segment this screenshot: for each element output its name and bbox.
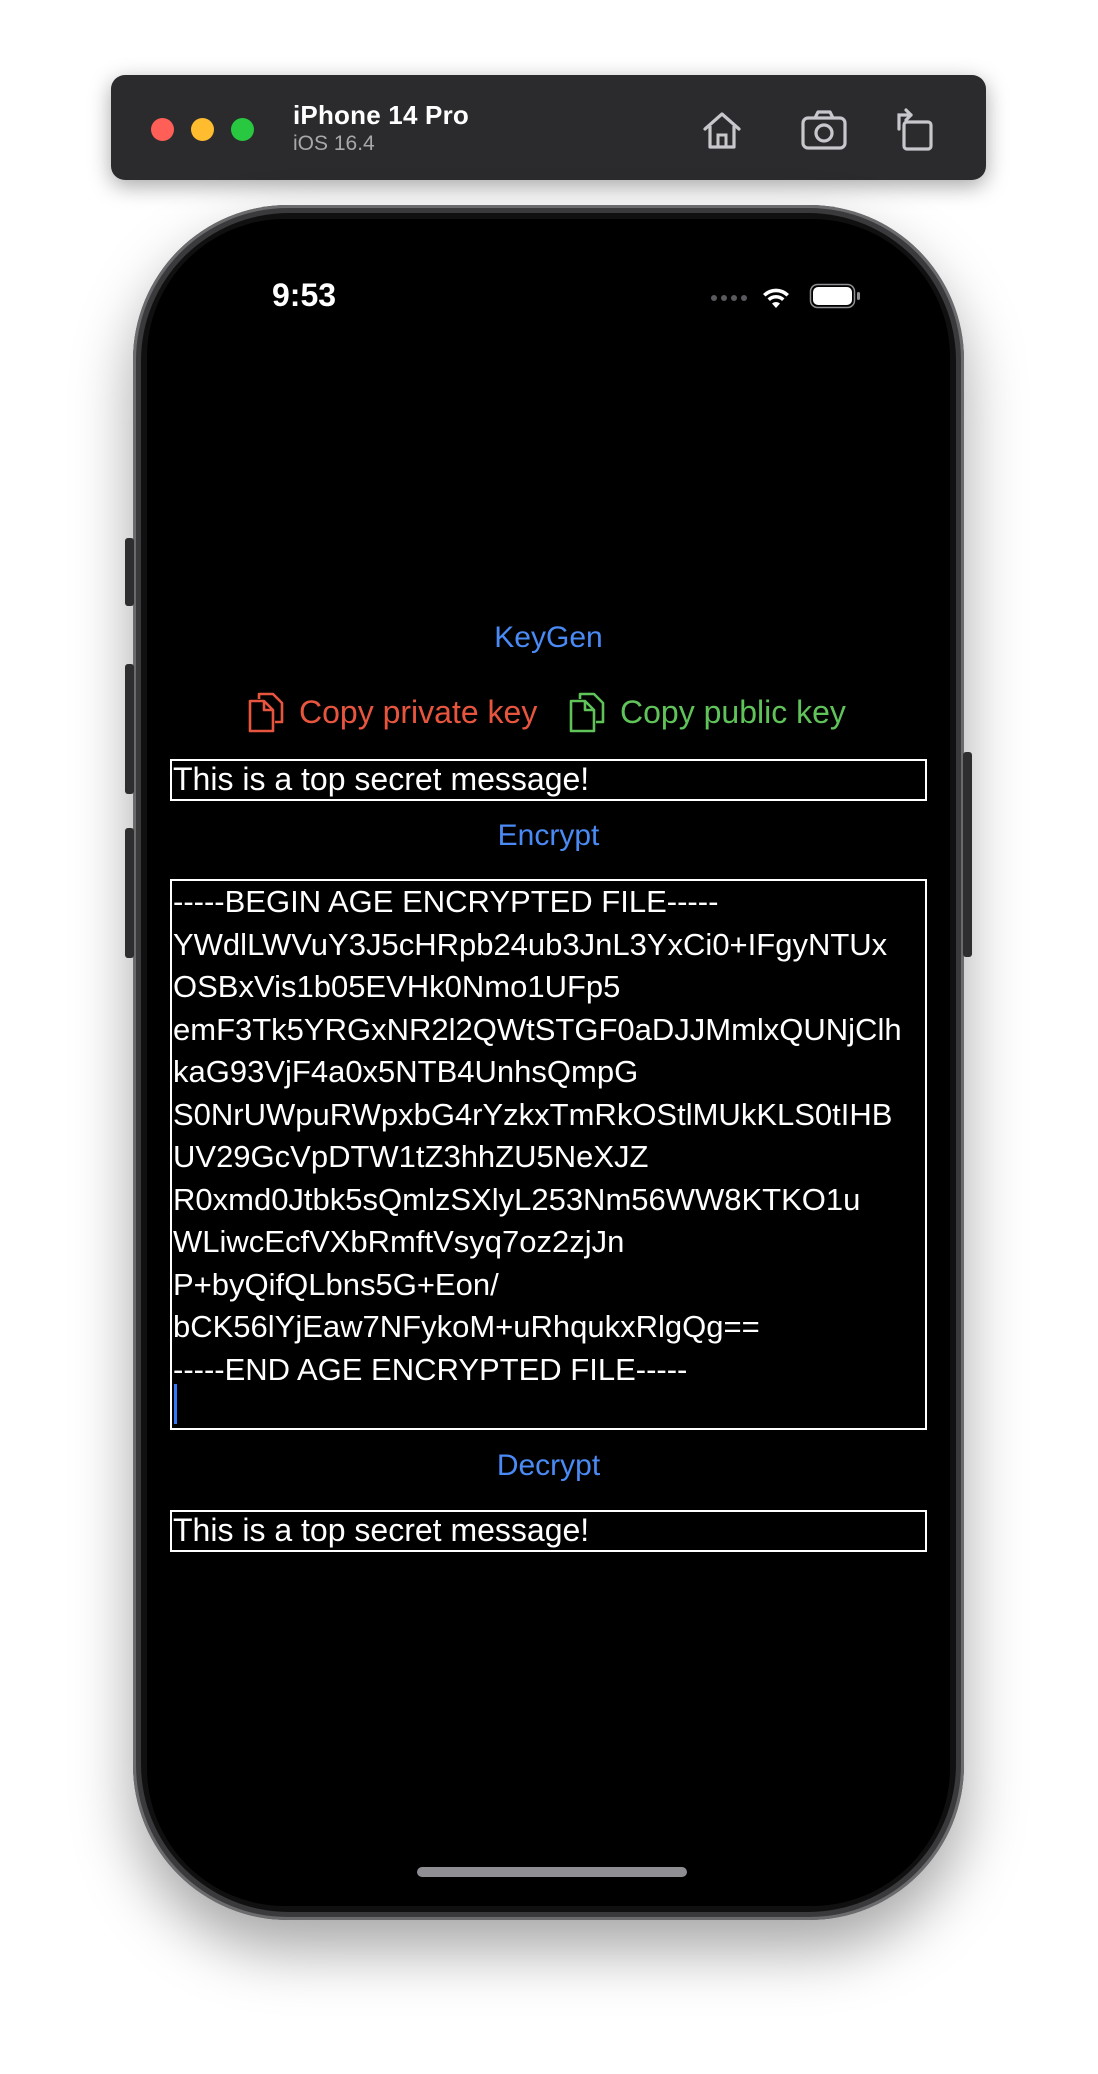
signal-dots-icon — [711, 295, 747, 301]
home-icon[interactable] — [697, 105, 747, 155]
text-caret — [174, 1384, 177, 1424]
copy-document-icon — [569, 692, 605, 733]
volume-up-button — [125, 664, 134, 794]
copy-private-key-label: Copy private key — [299, 693, 538, 730]
ciphertext-line: YWdlLWVuY3J5cHRpb24ub3JnL3YxCi0+IFgyNTUx — [173, 926, 888, 962]
home-indicator — [417, 1867, 687, 1877]
screenshot-icon[interactable] — [799, 105, 849, 155]
ciphertext-line: emF3Tk5YRGxNR2l2QWtSTGF0aDJJMmlxQUNjClh — [173, 1011, 902, 1047]
ciphertext-editor[interactable]: -----BEGIN AGE ENCRYPTED FILE----- YWdlL… — [170, 879, 927, 1430]
keygen-button[interactable]: KeyGen — [147, 621, 950, 655]
device-name: iPhone 14 Pro — [293, 100, 469, 130]
rotate-icon[interactable] — [891, 105, 941, 155]
ciphertext-line: -----END AGE ENCRYPTED FILE----- — [173, 1351, 688, 1387]
volume-down-button — [125, 828, 134, 958]
decrypt-button[interactable]: Decrypt — [147, 1449, 950, 1483]
ciphertext-line: WLiwcEcfVXbRmftVsyq7oz2zjJn — [173, 1224, 625, 1259]
decrypted-output[interactable]: This is a top secret message! — [170, 1510, 927, 1552]
status-time: 9:53 — [272, 277, 337, 313]
simulator-stage: iPhone 14 Pro iOS 16.4 9:53 KeyGen Copy … — [0, 0, 1098, 2074]
power-button — [963, 752, 972, 957]
ciphertext-line: S0NrUWpuRWpxbG4rYzkxTmRkOStlMUkKLS0tIHB — [173, 1096, 893, 1132]
mute-switch — [125, 538, 134, 606]
copy-key-row: Copy private key Copy public key — [147, 689, 950, 735]
ciphertext-line: R0xmd0Jtbk5sQmlzSXlyL253Nm56WW8KTKO1u — [173, 1181, 861, 1217]
copy-private-key-button[interactable]: Copy private key — [247, 689, 537, 735]
wifi-icon — [763, 288, 789, 308]
ciphertext-line: UV29GcVpDTW1tZ3hhZU5NeXJZ — [173, 1139, 649, 1174]
copy-document-icon — [248, 692, 284, 733]
dynamic-island — [425, 259, 672, 333]
copy-public-key-button[interactable]: Copy public key — [568, 689, 846, 735]
simulator-toolbar: iPhone 14 Pro iOS 16.4 — [111, 75, 986, 180]
ciphertext-line: kaG93VjF4a0x5NTB4UnhsQmpG — [173, 1054, 639, 1089]
os-version: iOS 16.4 — [293, 132, 375, 155]
status-icons — [711, 283, 860, 309]
plaintext-input[interactable]: This is a top secret message! — [170, 759, 927, 801]
close-window-button[interactable] — [151, 118, 174, 141]
copy-public-key-label: Copy public key — [620, 693, 846, 730]
ciphertext-line: bCK56lYjEaw7NFykoM+uRhqukxRlgQg== — [173, 1309, 760, 1344]
encrypt-button[interactable]: Encrypt — [147, 819, 950, 853]
app-screen: 9:53 KeyGen Copy private key Copy public… — [147, 219, 950, 1906]
ciphertext-line: -----BEGIN AGE ENCRYPTED FILE----- — [173, 884, 719, 919]
ciphertext-line: OSBxVis1b05EVHk0Nmo1UFp5 — [173, 969, 621, 1004]
minimize-window-button[interactable] — [191, 118, 214, 141]
ciphertext-line: P+byQifQLbns5G+Eon/ — [173, 1266, 499, 1302]
battery-icon — [809, 283, 860, 309]
zoom-window-button[interactable] — [231, 118, 254, 141]
